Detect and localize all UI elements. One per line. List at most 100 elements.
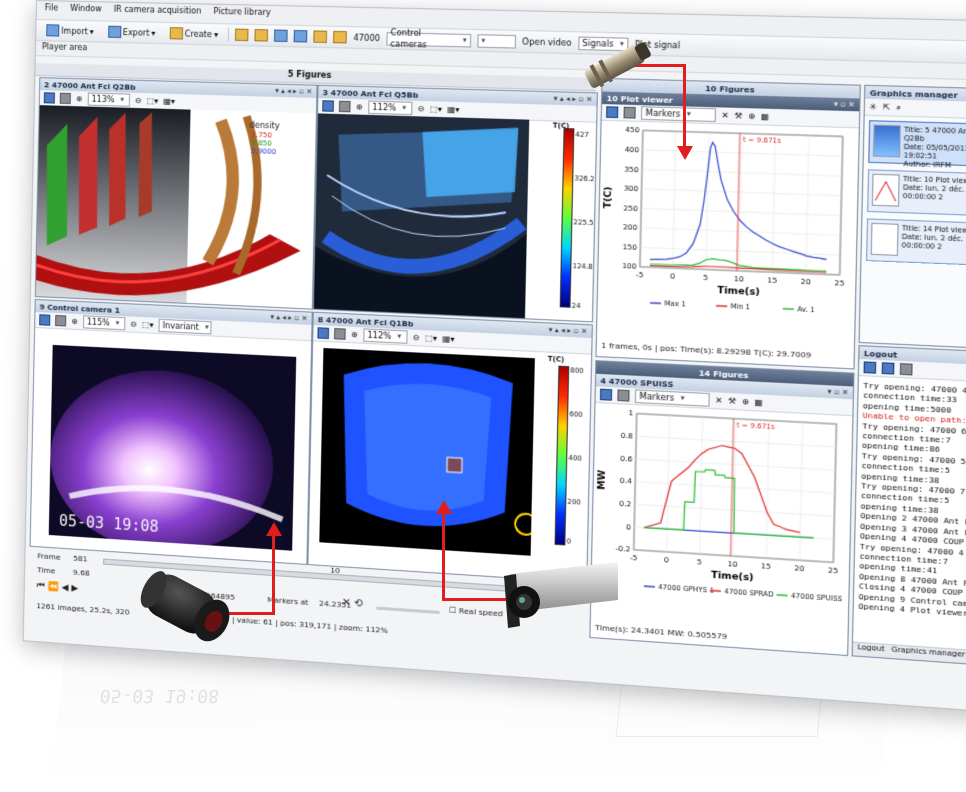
figure-window-2: 2 47000 Ant Fci Q2Bb▾ ▴ ◂ ▸ ▫ ✕ ⊕ 113% ⊖…	[34, 77, 318, 310]
save-icon[interactable]	[599, 388, 613, 401]
open-folder-icon[interactable]	[235, 28, 249, 42]
ir-sensor-camera-icon	[584, 42, 651, 88]
zoom-in-icon[interactable]: ⊕	[356, 102, 363, 111]
signal-combo[interactable]	[477, 33, 516, 49]
import-button[interactable]: Import ▾	[42, 22, 98, 39]
zoom-out-icon[interactable]: ⊖	[130, 319, 137, 328]
new-icon[interactable]	[863, 361, 877, 374]
arrow-segment	[442, 512, 445, 601]
x-tick-label: 15	[761, 562, 771, 571]
x-axis-label: Time(s)	[717, 286, 760, 298]
options-icon[interactable]	[899, 363, 913, 376]
zoom-combo[interactable]: 112%	[362, 328, 408, 344]
menu-window[interactable]: Window	[70, 4, 102, 19]
zoom-out-icon[interactable]: ⊖	[412, 333, 419, 343]
menu-picture-library[interactable]: Picture library	[213, 7, 270, 22]
chart-icon[interactable]: ▦	[754, 397, 763, 407]
zoom-in-icon[interactable]: ⊕	[351, 330, 358, 340]
palette-icon[interactable]: ▦▾	[163, 97, 175, 106]
select-icon[interactable]: ⬚▾	[425, 333, 437, 343]
control-camera-image: 05-03 19:08	[48, 344, 297, 551]
menu-ir-camera[interactable]: IR camera acquisition	[113, 5, 202, 21]
gm-item[interactable]: Title: 14 Plot viewer Date: lun. 2 déc. 0…	[866, 218, 966, 267]
tools-icon[interactable]: ⚒	[734, 111, 742, 121]
palette-icon[interactable]: ▦▾	[447, 105, 459, 115]
graphics-manager-panel: Graphics manager ✳ ⇱ ⌕ Title: 5 47000 Ant …	[858, 84, 966, 350]
print-icon[interactable]	[338, 100, 351, 113]
close-icon[interactable]: ✕	[715, 395, 723, 405]
mode-combo[interactable]: Invariant	[158, 318, 212, 335]
open-video-button[interactable]: Open video	[522, 37, 571, 48]
source-combo[interactable]: Control cameras	[386, 28, 472, 50]
print-icon[interactable]	[334, 328, 346, 340]
temperature-colorbar	[554, 365, 570, 546]
save-icon[interactable]	[317, 327, 330, 340]
zoom-out-icon[interactable]: ⊖	[417, 104, 424, 113]
zoom-in-icon[interactable]: ⊕	[71, 317, 78, 326]
print-icon[interactable]	[617, 389, 630, 402]
slider-tick: 10	[330, 565, 341, 576]
target-icon[interactable]: ⊕	[748, 111, 756, 121]
window-controls[interactable]: ▾ ▫ ✕	[827, 387, 848, 397]
zoom-combo[interactable]: 112%	[367, 100, 413, 116]
roi-marker[interactable]	[447, 457, 462, 472]
tools-icon[interactable]: ⚒	[728, 396, 736, 406]
playback-controls[interactable]: ⏮ ⏪ ◀ ▶	[37, 581, 79, 594]
print-icon[interactable]	[623, 106, 636, 119]
chart-icon[interactable]: ▦	[761, 112, 770, 122]
markers-combo[interactable]: Markers	[634, 389, 710, 407]
close-icon[interactable]: ✕	[721, 111, 729, 121]
gm-item[interactable]: Title: 5 47000 Ant Fci Q2BbDate: 05/05/2…	[868, 120, 966, 170]
export-button[interactable]: Export ▾	[104, 24, 160, 41]
zoom-combo[interactable]: 115%	[82, 315, 126, 331]
select-icon[interactable]: ⬚▾	[430, 104, 442, 114]
window-controls[interactable]: ▾ ▴ ◂ ▸ ▫ ✕	[275, 87, 312, 96]
colorbar-tick: 124.8	[572, 261, 593, 272]
save-icon[interactable]	[39, 314, 51, 326]
legend-swatch	[776, 595, 787, 596]
markers-combo[interactable]: Markers	[640, 106, 717, 123]
zoom-in-icon[interactable]: ⊕	[76, 94, 83, 103]
window-controls[interactable]: ▾ ▫ ✕	[834, 100, 855, 109]
scene: 05-03 19:08 File Window IR camera acquis…	[0, 0, 966, 792]
zoom-out-icon[interactable]: ⊖	[135, 96, 142, 105]
speed-slider[interactable]	[376, 606, 440, 615]
shot-number[interactable]: 47000	[353, 33, 380, 43]
tab-graphics-manager[interactable]: Graphics manager	[891, 645, 965, 663]
real-speed-checkbox[interactable]: ☐ Real speed	[449, 605, 503, 618]
target-icon[interactable]: ⊕	[741, 397, 749, 407]
colorbar-tick: 600	[569, 410, 583, 420]
menu-file[interactable]: File	[45, 3, 59, 17]
save-icon[interactable]	[322, 100, 334, 112]
window-icon[interactable]	[294, 29, 308, 43]
plot-area-1: -5 0 5 10 15 20 25 100 150 200 250 300 350 400 450 Time…	[603, 126, 845, 315]
palette-icon[interactable]: ▦▾	[442, 334, 454, 344]
print-icon[interactable]	[59, 92, 71, 105]
window-controls[interactable]: ▾ ▴ ◂ ▸ ▫ ✕	[270, 313, 307, 323]
plot-area-2: -5 0 5 10 15 20 25 -0.2 0 0.2 0.4 0.6 0.8 1 Time(s) MW 4…	[597, 409, 843, 604]
time-value[interactable]: 9.68	[73, 568, 90, 578]
gm-toolbar: ✳ ⇱ ⌕	[864, 98, 966, 120]
save-icon[interactable]	[606, 106, 619, 119]
create-button[interactable]: Create ▾	[165, 25, 222, 43]
split-view-icon[interactable]	[274, 29, 289, 43]
export-icon[interactable]: ⇱	[883, 102, 891, 112]
star-icon[interactable]: ✳	[869, 102, 877, 112]
y-tick-label: 150	[622, 243, 637, 252]
x-tick-label: 10	[734, 275, 744, 284]
clear-icon[interactable]: ✕ ⟲	[342, 597, 363, 610]
tab-logout[interactable]: Logout	[857, 643, 884, 658]
settings-icon[interactable]	[333, 30, 348, 44]
zoom-combo[interactable]: 113%	[87, 92, 130, 107]
window-controls[interactable]: ▾ ▴ ◂ ▸ ▫ ✕	[549, 326, 588, 336]
gm-item[interactable]: Title: 10 Plot viewer Date: lun. 2 déc. 0…	[867, 169, 966, 217]
select-icon[interactable]: ⬚▾	[142, 320, 154, 330]
folder-icon[interactable]	[254, 29, 269, 42]
zoom-icon[interactable]: ⌕	[896, 102, 901, 113]
frame-value[interactable]: 581	[73, 554, 88, 564]
probe-icon[interactable]	[313, 30, 328, 44]
save-icon[interactable]	[881, 362, 895, 375]
save-icon[interactable]	[43, 92, 55, 104]
select-icon[interactable]: ⬚▾	[146, 96, 158, 105]
print-icon[interactable]	[55, 314, 67, 327]
